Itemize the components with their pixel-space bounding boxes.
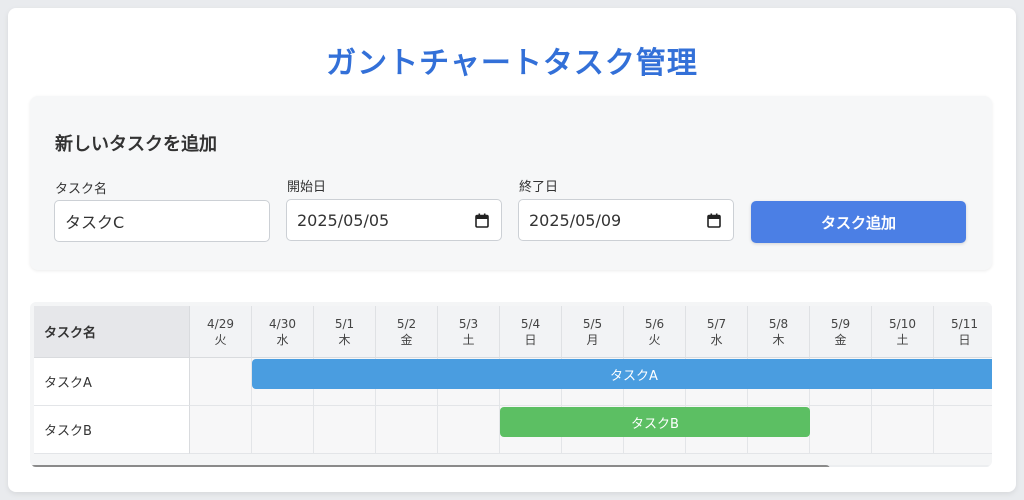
day-weekday: 土	[896, 333, 909, 347]
task-bar[interactable]: タスクA	[252, 359, 992, 389]
task-name-value: タスクC	[65, 213, 125, 232]
day-date: 5/1	[334, 317, 355, 331]
add-task-button[interactable]: タスク追加	[751, 201, 966, 243]
day-weekday: 火	[214, 333, 227, 347]
day-date: 5/4	[520, 317, 541, 331]
end-date-input[interactable]: 2025/05/09	[518, 199, 734, 241]
gantt-cell	[190, 406, 252, 454]
page-title: ガントチャートタスク管理	[326, 46, 698, 81]
day-weekday: 日	[524, 333, 537, 347]
gantt-cell	[314, 406, 376, 454]
day-weekday: 金	[834, 333, 847, 347]
day-date: 5/3	[458, 317, 479, 331]
day-header: 4/29 火	[190, 306, 252, 358]
day-date: 5/11	[951, 317, 978, 331]
day-header: 5/4 日	[500, 306, 562, 358]
gantt-cell	[934, 406, 992, 454]
calendar-icon[interactable]	[707, 213, 721, 228]
day-header: 5/10 土	[872, 306, 934, 358]
gantt-cell	[872, 406, 934, 454]
gantt-name-header: タスク名	[34, 306, 190, 358]
task-row-name: タスクA	[34, 358, 190, 406]
start-date-value: 2025/05/05	[297, 210, 390, 230]
day-header: 5/3 土	[438, 306, 500, 358]
end-date-value: 2025/05/09	[529, 210, 622, 230]
gantt-cell	[376, 406, 438, 454]
day-date: 5/5	[582, 317, 603, 331]
gantt-cell	[190, 358, 252, 406]
calendar-icon[interactable]	[475, 213, 489, 228]
day-weekday: 月	[586, 333, 599, 347]
day-header: 5/2 金	[376, 306, 438, 358]
add-task-form: 新しいタスクを追加 タスク名 タスクC 開始日 2025/05/05 終了日 2…	[30, 96, 992, 270]
day-header: 5/6 火	[624, 306, 686, 358]
task-name-input[interactable]: タスクC	[54, 200, 270, 242]
day-weekday: 水	[710, 333, 723, 347]
gantt-cell	[438, 406, 500, 454]
form-heading: 新しいタスクを追加	[55, 134, 217, 155]
day-header: 5/1 木	[314, 306, 376, 358]
task-row-name: タスクB	[34, 406, 190, 454]
start-date-input[interactable]: 2025/05/05	[286, 199, 502, 241]
gantt-cell	[252, 406, 314, 454]
day-date: 5/6	[644, 317, 665, 331]
task-bar[interactable]: タスクB	[500, 407, 810, 437]
day-date: 5/7	[706, 317, 727, 331]
main-card: ガントチャートタスク管理 新しいタスクを追加 タスク名 タスクC 開始日 202…	[8, 8, 1016, 492]
day-header: 5/11 日	[934, 306, 992, 358]
day-date: 4/30	[269, 317, 296, 331]
gantt-chart: タスク名 4/29 火 4/30 水 5/1 木 5/2 金 5/3 土 5/4 日 5/5 月 5/6 火 5…	[30, 302, 992, 467]
horizontal-scrollbar-thumb[interactable]	[30, 465, 830, 467]
day-date: 5/10	[889, 317, 916, 331]
day-date: 4/29	[207, 317, 234, 331]
day-date: 5/2	[396, 317, 417, 331]
day-header: 5/7 水	[686, 306, 748, 358]
day-header: 4/30 水	[252, 306, 314, 358]
task-name-label: タスク名	[55, 182, 108, 197]
gantt-grid: タスク名 4/29 火 4/30 水 5/1 木 5/2 金 5/3 土 5/4 日 5/5 月 5/6 火 5…	[34, 306, 992, 458]
day-weekday: 日	[958, 333, 971, 347]
start-date-label: 開始日	[287, 180, 327, 195]
day-header: 5/5 月	[562, 306, 624, 358]
day-header: 5/8 木	[748, 306, 810, 358]
day-weekday: 金	[400, 333, 413, 347]
day-date: 5/9	[830, 317, 851, 331]
day-date: 5/8	[768, 317, 789, 331]
day-weekday: 木	[772, 333, 785, 347]
day-weekday: 木	[338, 333, 351, 347]
gantt-cell	[810, 406, 872, 454]
day-weekday: 土	[462, 333, 475, 347]
day-weekday: 水	[276, 333, 289, 347]
end-date-label: 終了日	[519, 180, 559, 195]
day-weekday: 火	[648, 333, 661, 347]
day-header: 5/9 金	[810, 306, 872, 358]
